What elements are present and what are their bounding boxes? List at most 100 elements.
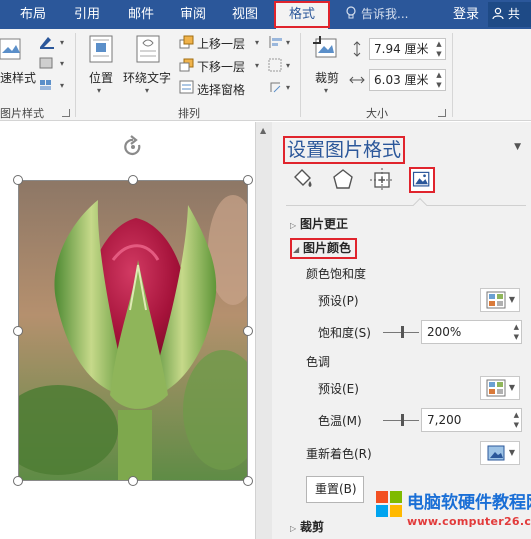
resize-handle-ne[interactable] (243, 175, 253, 185)
tab-label: 引用 (73, 7, 100, 22)
wrap-text-button-label[interactable]: 环绕文字 (123, 69, 171, 86)
picture-effects-icon[interactable]: ▾ (38, 56, 68, 70)
preset-grid-icon (486, 291, 506, 309)
lightbulb-icon (346, 6, 356, 19)
send-backward-label[interactable]: 下移一层 (197, 58, 245, 75)
temperature-slider[interactable] (383, 414, 419, 426)
tab-format[interactable]: 格式 (274, 1, 330, 29)
saturation-heading: 颜色饱和度 (306, 267, 367, 281)
reset-button[interactable]: 重置(B) (306, 476, 364, 503)
resize-handle-nw[interactable] (13, 175, 23, 185)
section-label: 图片颜色 (303, 241, 352, 255)
height-field[interactable]: 7.94 厘米 ▲ ▼ (369, 38, 446, 60)
pane-options-chevron-icon[interactable]: ▼ (514, 142, 521, 152)
dialog-launcher-icon[interactable] (62, 109, 70, 117)
watermark-name: 电脑软硬件教程网 (407, 493, 531, 513)
tone-heading: 色调 (306, 355, 331, 369)
section-picture-color[interactable]: ◢ 图片颜色 (290, 238, 358, 259)
temperature-value: 7,200 (427, 413, 462, 427)
spinner-arrows-icon[interactable]: ▲ ▼ (433, 70, 445, 90)
quick-styles-label[interactable]: 速样式 (0, 69, 36, 86)
saturation-slider[interactable] (383, 326, 419, 338)
resize-handle-e[interactable] (243, 326, 253, 336)
section-crop[interactable]: ▷ 裁剪 (290, 518, 324, 535)
crop-button-label[interactable]: 裁剪 (315, 69, 339, 86)
temperature-field[interactable]: 7,200 ▲ ▼ (421, 408, 522, 432)
bring-forward-label[interactable]: 上移一层 (197, 35, 245, 52)
saturation-field[interactable]: 200% ▲ ▼ (421, 320, 522, 344)
picture-border-icon[interactable]: ▾ (38, 35, 68, 49)
bring-forward-icon[interactable] (179, 35, 195, 49)
ribbon-tab-bar: 布局 引用 邮件 审阅 视图 格式 告诉我... 登录 共享 (0, 0, 531, 46)
chevron-down-icon: ▾ (97, 86, 102, 95)
chevron-down-icon: ▾ (255, 38, 260, 47)
expand-arrow-icon: ▷ (290, 524, 297, 533)
scroll-up-arrow-icon[interactable]: ▲ (260, 126, 266, 135)
chevron-down-icon: ▼ (508, 295, 515, 304)
collapse-arrow-icon: ◢ (293, 245, 300, 254)
tab-layout[interactable]: 布局 (10, 0, 56, 29)
tone-preset-label: 预设(E) (318, 382, 359, 396)
rotate-handle-icon[interactable] (121, 135, 145, 159)
rotate-icon[interactable]: ▾ (268, 80, 294, 94)
fill-line-icon[interactable] (289, 167, 315, 193)
tone-preset-dropdown[interactable]: ▼ (480, 376, 520, 400)
section-picture-corrections[interactable]: ▷ 图片更正 (290, 215, 348, 232)
spinner-arrows-icon[interactable]: ▲ ▼ (514, 410, 519, 430)
resize-handle-n[interactable] (128, 175, 138, 185)
height-icon (353, 41, 361, 57)
chevron-down-icon: ▾ (145, 86, 150, 95)
group-label-picture-styles: 图片样式 (0, 107, 44, 120)
quick-styles-icon[interactable] (0, 35, 24, 69)
send-backward-icon[interactable] (179, 58, 195, 72)
tab-mailings[interactable]: 邮件 (118, 0, 164, 29)
tell-me-label: 告诉我... (361, 7, 409, 21)
login-link[interactable]: 登录 (453, 0, 479, 29)
position-button-label[interactable]: 位置 (89, 69, 113, 86)
group-objects-icon[interactable]: ▾ (268, 58, 294, 72)
spinner-arrows-icon[interactable]: ▲ ▼ (433, 39, 445, 59)
chevron-down-icon: ▾ (255, 61, 260, 70)
position-icon[interactable] (89, 35, 113, 63)
tab-label: 邮件 (127, 7, 154, 22)
tab-review[interactable]: 审阅 (170, 0, 216, 29)
resize-handle-se[interactable] (243, 476, 253, 486)
saturation-preset-dropdown[interactable]: ▼ (480, 288, 520, 312)
wrap-text-icon[interactable] (136, 35, 160, 63)
preset-grid-icon (486, 379, 506, 397)
tab-label: 视图 (231, 7, 258, 22)
format-picture-pane: 设置图片格式 ▼ ▷ 图片更正 ◢ 图片颜色 颜色饱和度 预设(P) ▼ 饱和度(S… (272, 122, 531, 539)
resize-handle-w[interactable] (13, 326, 23, 336)
layout-properties-icon[interactable] (369, 167, 395, 193)
width-field[interactable]: 6.03 厘米 ▲ ▼ (369, 69, 446, 91)
tab-label: 布局 (19, 7, 46, 22)
vertical-scrollbar[interactable]: ▲ (255, 122, 272, 539)
group-label-arrange: 排列 (178, 107, 200, 120)
tab-references[interactable]: 引用 (62, 0, 112, 29)
align-icon[interactable]: ▾ (268, 35, 294, 49)
dialog-launcher-icon[interactable] (438, 109, 446, 117)
resize-handle-s[interactable] (128, 476, 138, 486)
picture-layout-icon[interactable]: ▾ (38, 78, 68, 92)
slider-knob[interactable] (401, 414, 404, 426)
document-area[interactable] (0, 122, 255, 539)
tab-view[interactable]: 视图 (222, 0, 268, 29)
slider-knob[interactable] (401, 326, 404, 338)
spinner-arrows-icon[interactable]: ▲ ▼ (514, 322, 519, 342)
highlight-box (274, 1, 330, 28)
svg-text:▾: ▾ (286, 83, 290, 92)
chevron-down-icon: ▼ (508, 383, 515, 392)
selection-frame (18, 180, 248, 481)
crop-icon[interactable] (312, 35, 342, 65)
share-button[interactable]: 共享 (488, 2, 531, 46)
picture-icon[interactable] (409, 167, 435, 193)
site-watermark: 电脑软硬件教程网 www.computer26.com (375, 486, 531, 539)
resize-handle-sw[interactable] (13, 476, 23, 486)
selection-pane-icon[interactable] (179, 80, 195, 94)
selection-pane-label[interactable]: 选择窗格 (197, 81, 245, 98)
tab-label: 审阅 (179, 7, 206, 22)
section-label: 裁剪 (300, 520, 325, 534)
effects-icon[interactable] (330, 167, 356, 193)
tell-me-box[interactable]: 告诉我... (345, 0, 408, 29)
recolor-dropdown[interactable]: ▼ (480, 441, 520, 465)
